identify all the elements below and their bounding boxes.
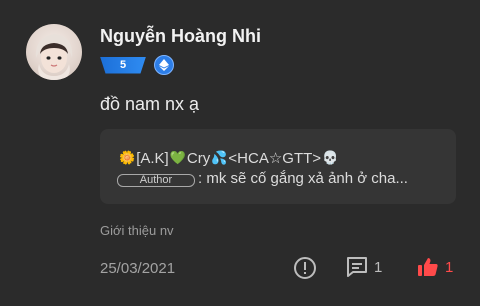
- reply-count: 1: [374, 258, 383, 276]
- thumbs-up-icon: [418, 258, 438, 276]
- like-count: 1: [445, 258, 454, 276]
- reply-button[interactable]: 1: [346, 256, 382, 278]
- quoted-author-name-3: <HCA☆GTT>: [228, 150, 322, 167]
- quoted-author: 🌼 [A.K] 💚 Cry 💦 <HCA☆GTT> 💀: [119, 149, 339, 168]
- avatar[interactable]: [26, 24, 82, 80]
- quoted-text: : mk sẽ cố gắng xả ảnh ở cha...: [198, 170, 408, 187]
- ethereum-diamond-icon: [154, 55, 174, 75]
- comment-date: 25/03/2021: [100, 260, 176, 277]
- user-badges: 5: [100, 55, 174, 75]
- droplets-icon: 💦: [211, 150, 228, 165]
- comment-text: đồ nam nx ạ: [100, 94, 200, 114]
- username[interactable]: Nguyễn Hoàng Nhi: [100, 26, 261, 47]
- level-badge: 5: [100, 56, 146, 74]
- quoted-author-name: [A.K]: [136, 149, 169, 167]
- green-heart-icon: 💚: [169, 150, 186, 165]
- topic-link[interactable]: Giới thiệu nv: [100, 223, 174, 238]
- like-button[interactable]: 1: [417, 256, 453, 278]
- author-tag: Author: [117, 174, 195, 187]
- report-button[interactable]: [293, 256, 317, 280]
- report-icon: [294, 257, 316, 279]
- avatar-image: [35, 34, 73, 80]
- flower-icon: 🌼: [119, 150, 136, 165]
- skull-icon: 💀: [322, 150, 339, 165]
- quoted-reply[interactable]: 🌼 [A.K] 💚 Cry 💦 <HCA☆GTT> 💀 Author : mk …: [100, 129, 456, 204]
- quoted-author-name-2: Cry: [186, 149, 211, 167]
- comment-icon: [347, 257, 367, 277]
